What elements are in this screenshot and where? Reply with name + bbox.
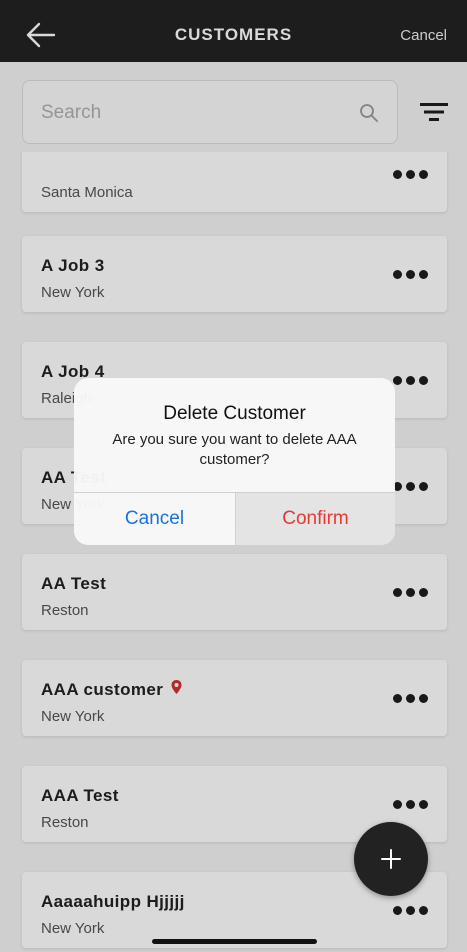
dialog-title: Delete Customer xyxy=(163,403,306,424)
dialog-message: Are you sure you want to delete AAA cust… xyxy=(112,431,357,468)
dialog-confirm-button[interactable]: Confirm xyxy=(235,493,395,545)
add-customer-button[interactable] xyxy=(354,822,428,896)
add-icon xyxy=(381,849,401,869)
delete-customer-dialog: Delete Customer Are you sure you want to… xyxy=(74,378,395,545)
dialog-cancel-button[interactable]: Cancel xyxy=(74,493,235,545)
home-indicator xyxy=(152,939,317,944)
